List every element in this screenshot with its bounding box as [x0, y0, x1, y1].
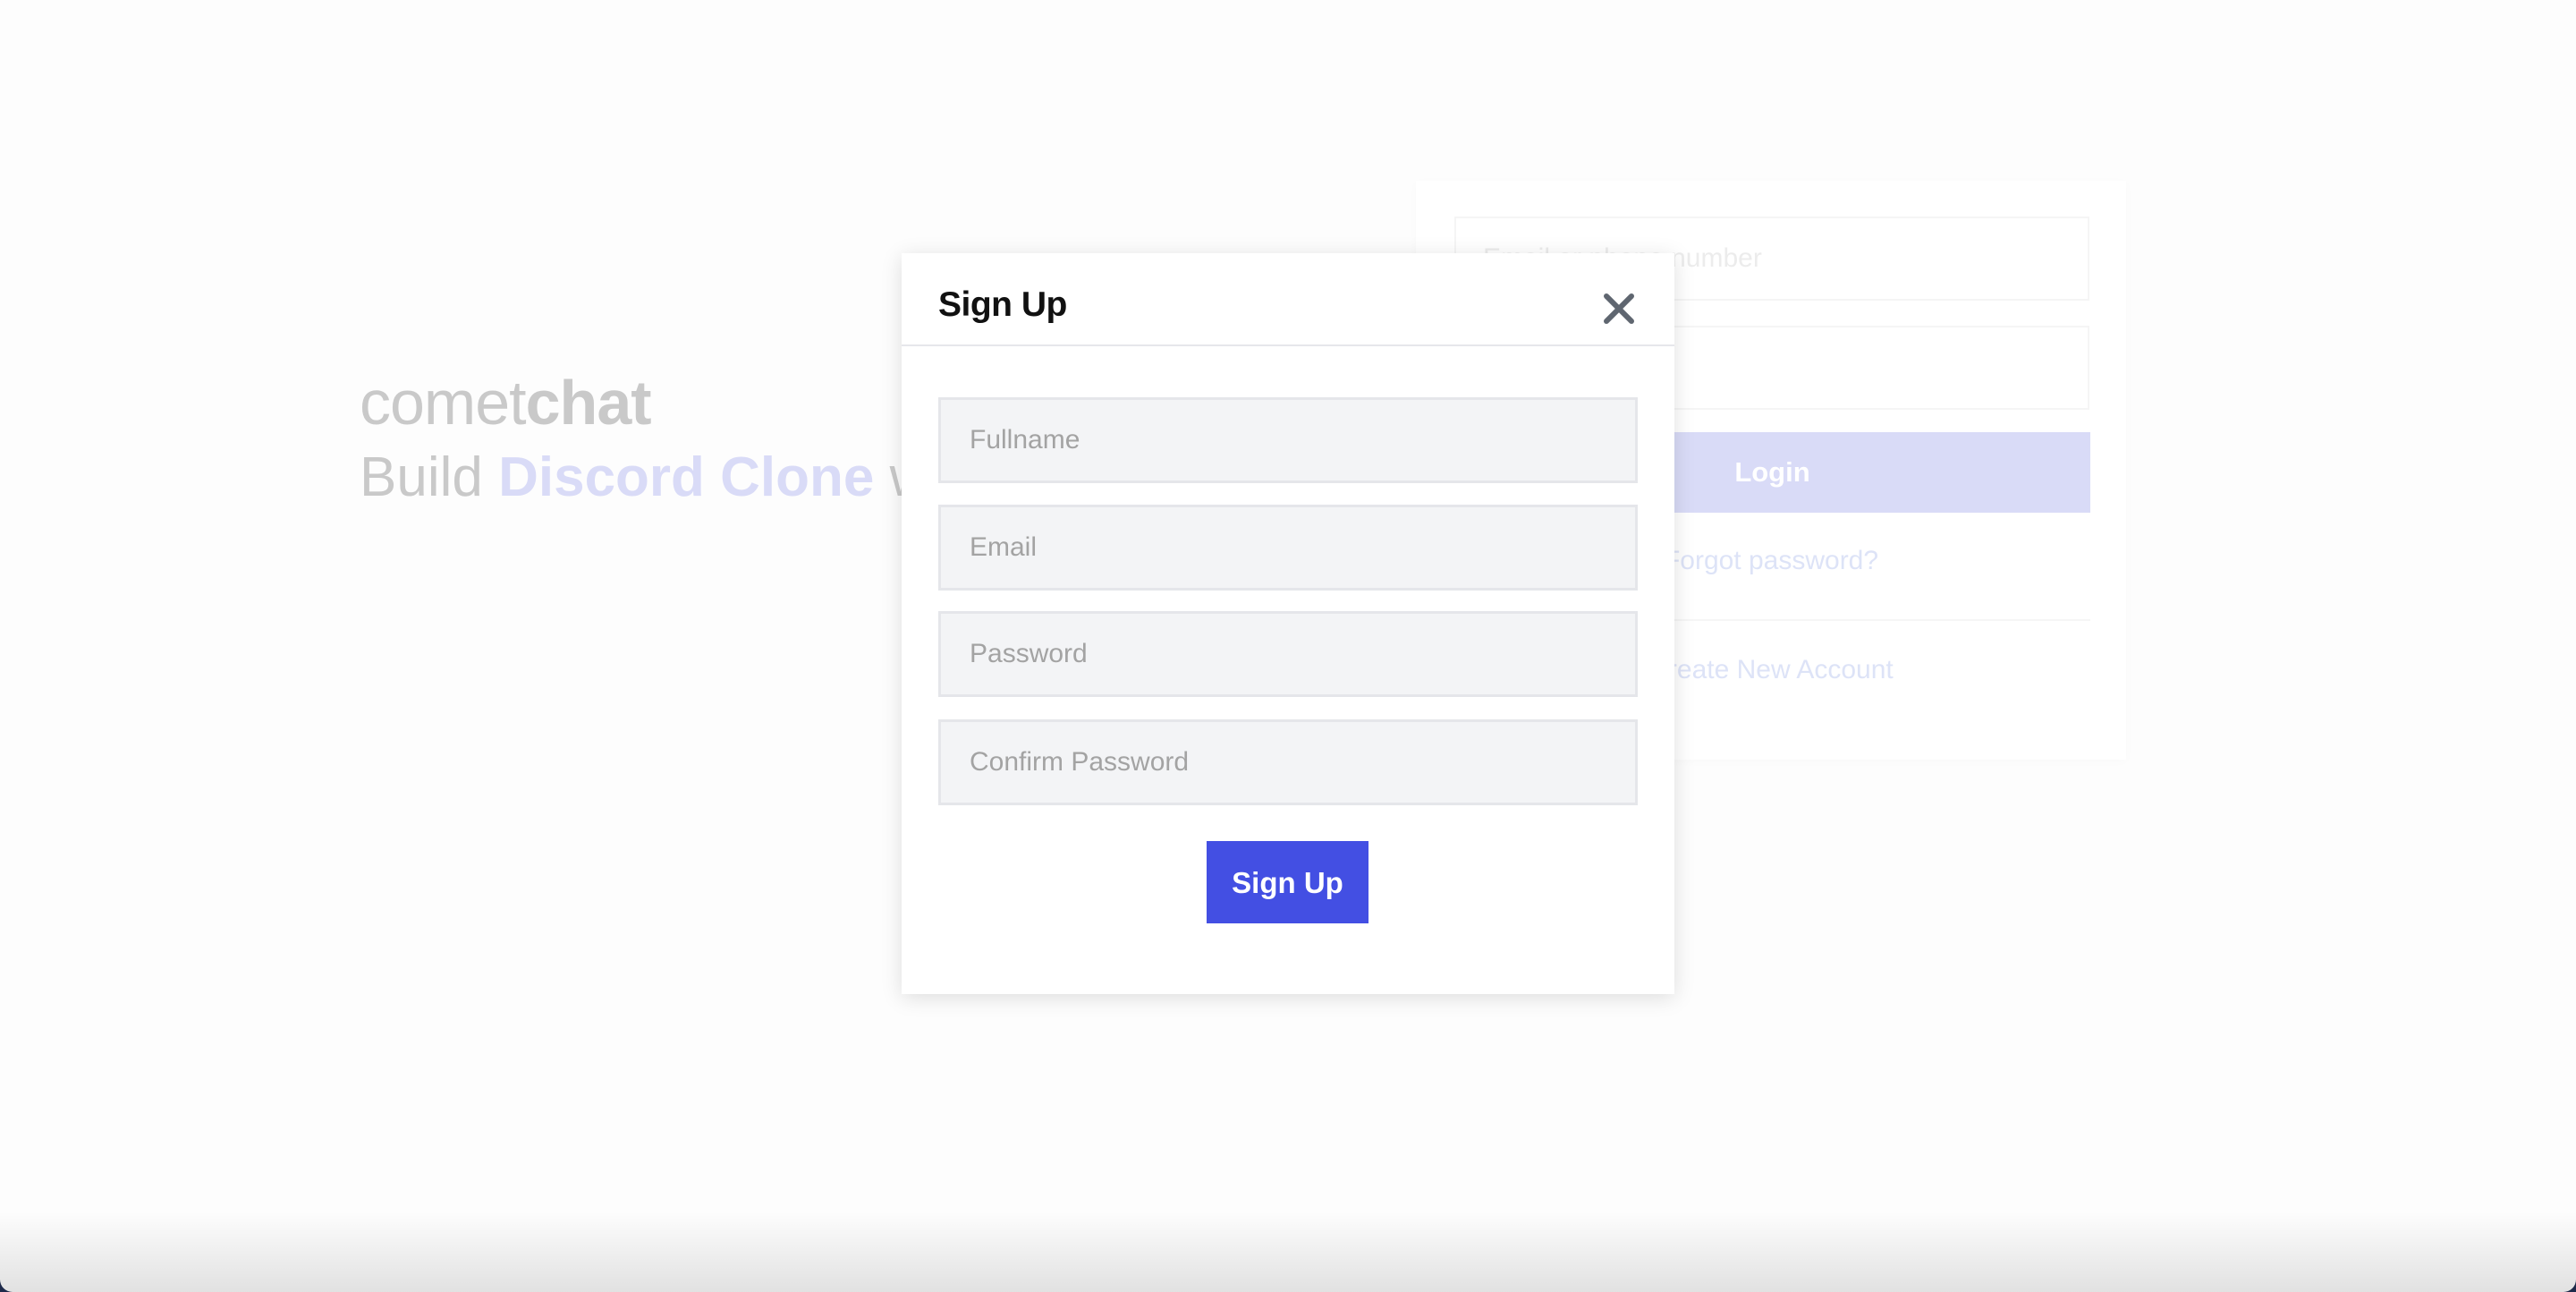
signup-submit-button[interactable]: Sign Up	[1207, 841, 1368, 923]
fullname-input[interactable]: Fullname	[938, 397, 1638, 483]
brand-light: comet	[360, 368, 527, 438]
modal-header: Sign Up	[902, 253, 1674, 346]
tagline-accent: Discord Clone	[498, 446, 875, 508]
modal-title: Sign Up	[938, 285, 1067, 324]
confirm-password-input[interactable]: Confirm Password	[938, 719, 1638, 805]
brand-logo: cometchat	[360, 367, 929, 438]
password-input[interactable]: Password	[938, 611, 1638, 697]
hero: cometchat Build Discord Clone w	[360, 367, 929, 514]
tagline-prefix: Build	[360, 446, 499, 508]
tagline: Build Discord Clone w	[360, 442, 929, 514]
window-bottom-shadow	[0, 1211, 2576, 1292]
close-icon	[1604, 293, 1634, 324]
close-button[interactable]	[1599, 289, 1639, 328]
email-input[interactable]: Email	[938, 505, 1638, 591]
brand-bold: chat	[525, 368, 652, 438]
browser-viewport: cometchat Build Discord Clone w Email or…	[0, 0, 2576, 1292]
signup-modal: Sign Up Fullname Email Password Confirm …	[902, 253, 1674, 994]
